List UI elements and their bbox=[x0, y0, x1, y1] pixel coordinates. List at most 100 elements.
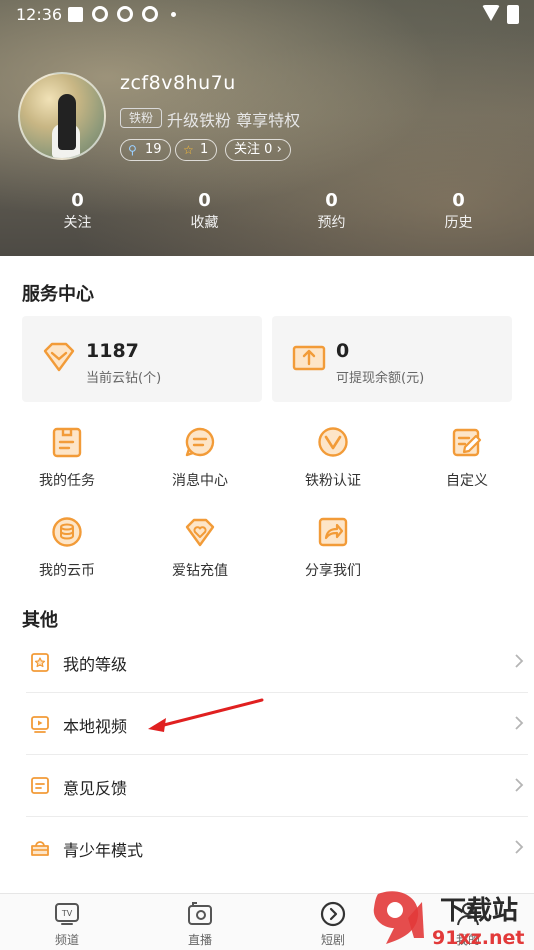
battery-icon bbox=[507, 5, 519, 24]
customize-icon bbox=[452, 428, 482, 457]
diamond-card[interactable]: 1187 当前云钻(个) bbox=[22, 316, 262, 402]
coin-icon bbox=[52, 517, 82, 547]
diamond-label: 当前云钻(个) bbox=[86, 371, 162, 386]
other-section-title: 其他 bbox=[22, 610, 58, 631]
grid-label: 我的云币 bbox=[39, 563, 95, 579]
stat-value: 0 bbox=[198, 190, 211, 211]
grid-label: 爱钻充值 bbox=[172, 563, 228, 579]
follow-chip[interactable]: 关注 0 › bbox=[225, 139, 291, 161]
username: zcf8v8hu7u bbox=[120, 72, 236, 94]
grid-message-center[interactable]: 消息中心 bbox=[150, 426, 250, 496]
stat-value: 0 bbox=[325, 190, 338, 211]
follow-label: 关注 bbox=[234, 142, 261, 157]
stat-value: 0 bbox=[452, 190, 465, 211]
stat-label: 预约 bbox=[317, 215, 346, 231]
app-notification-icon bbox=[117, 6, 133, 22]
chevron-right-icon: › bbox=[276, 142, 282, 157]
menu-teen-mode[interactable]: 青少年模式 bbox=[26, 817, 528, 879]
menu-label: 本地视频 bbox=[63, 717, 128, 736]
wifi-icon bbox=[482, 5, 500, 21]
chevron-right-icon bbox=[515, 778, 524, 792]
menu-label: 青少年模式 bbox=[63, 841, 144, 860]
nav-label: 直播 bbox=[187, 933, 212, 947]
verify-icon bbox=[318, 427, 348, 457]
status-time: 12:36 bbox=[16, 5, 63, 24]
fans-chip[interactable]: ⚲ 19 bbox=[120, 139, 171, 161]
annotation-arrow bbox=[148, 698, 264, 732]
diamond-icon bbox=[43, 342, 75, 372]
menu-label: 我的等级 bbox=[63, 655, 128, 674]
stat-label: 关注 bbox=[63, 215, 92, 231]
fans-count: 19 bbox=[145, 142, 162, 157]
watermark-sub: 91xz.net bbox=[432, 927, 524, 949]
follow-count: 0 bbox=[264, 142, 273, 157]
stat-follow[interactable]: 0 关注 bbox=[14, 190, 141, 240]
stat-value: 0 bbox=[71, 190, 84, 211]
share-icon bbox=[318, 517, 348, 547]
stats-bar: 0 关注 0 收藏 0 预约 0 历史 bbox=[0, 190, 534, 240]
grid-fan-verify[interactable]: 铁粉认证 bbox=[283, 426, 383, 496]
menu-label: 意见反馈 bbox=[63, 779, 128, 798]
stars-chip[interactable]: ☆ 1 bbox=[175, 139, 218, 161]
live-icon bbox=[188, 902, 212, 925]
watermark-logo: 下载站 91xz.net bbox=[373, 891, 524, 949]
nav-channels[interactable]: TV 频道 bbox=[27, 894, 107, 950]
video-icon bbox=[31, 716, 49, 733]
avatar[interactable] bbox=[18, 72, 106, 160]
profile-header: 12:36 zcf8v8hu7u 铁粉 升级铁粉 尊享特权 ⚲ 19 ☆ 1 关… bbox=[0, 0, 534, 256]
chevron-right-icon bbox=[515, 716, 524, 730]
svg-text:TV: TV bbox=[61, 909, 73, 918]
task-icon bbox=[52, 427, 82, 458]
nav-live[interactable]: 直播 bbox=[160, 894, 240, 950]
upgrade-fan-link[interactable]: 升级铁粉 尊享特权 bbox=[167, 107, 300, 131]
balance-card[interactable]: 0 可提现余额(元) bbox=[272, 316, 512, 402]
nav-short-drama[interactable]: 短剧 bbox=[293, 894, 373, 950]
balance-amount: 0 bbox=[336, 340, 350, 362]
grid-label: 铁粉认证 bbox=[305, 473, 361, 489]
tv-icon: TV bbox=[55, 903, 79, 925]
more-notifications-icon bbox=[171, 12, 176, 17]
grid-label: 消息中心 bbox=[172, 473, 228, 489]
stat-favorites[interactable]: 0 收藏 bbox=[141, 190, 268, 240]
star-icon: ☆ bbox=[183, 143, 194, 157]
grid-customize[interactable]: 自定义 bbox=[417, 426, 517, 496]
level-icon bbox=[31, 653, 49, 672]
stat-history[interactable]: 0 历史 bbox=[395, 190, 522, 240]
teen-mode-icon bbox=[31, 841, 49, 856]
watermark-main: 下载站 bbox=[440, 896, 518, 926]
recharge-icon bbox=[185, 518, 215, 547]
play-circle-icon bbox=[320, 901, 346, 927]
withdraw-icon bbox=[292, 345, 326, 371]
stars-count: 1 bbox=[200, 142, 209, 157]
grid-my-coins[interactable]: 我的云币 bbox=[17, 516, 117, 586]
menu-feedback[interactable]: 意见反馈 bbox=[26, 755, 528, 817]
grid-label: 我的任务 bbox=[39, 473, 95, 489]
chevron-right-icon bbox=[515, 654, 524, 668]
chevron-right-icon bbox=[515, 840, 524, 854]
grid-my-tasks[interactable]: 我的任务 bbox=[17, 426, 117, 496]
menu-my-level[interactable]: 我的等级 bbox=[26, 631, 528, 693]
grid-share[interactable]: 分享我们 bbox=[283, 516, 383, 586]
stat-label: 历史 bbox=[444, 215, 473, 231]
diamond-count: 1187 bbox=[86, 340, 139, 362]
menu-local-video[interactable]: 本地视频 bbox=[26, 693, 528, 755]
feedback-icon bbox=[31, 777, 49, 794]
profile-screen: 12:36 zcf8v8hu7u 铁粉 升级铁粉 尊享特权 ⚲ 19 ☆ 1 关… bbox=[0, 0, 534, 950]
nav-label: 短剧 bbox=[320, 933, 345, 947]
fan-badge: 铁粉 bbox=[120, 108, 163, 128]
service-center-title: 服务中心 bbox=[22, 284, 94, 305]
grid-label: 分享我们 bbox=[305, 563, 361, 579]
grid-recharge[interactable]: 爱钻充值 bbox=[150, 516, 250, 586]
search-user-icon: ⚲ bbox=[128, 143, 137, 157]
balance-label: 可提现余额(元) bbox=[336, 371, 425, 386]
content-area: 服务中心 1187 当前云钻(个) 0 可提现余额(元) 我的任务 消息中心 铁… bbox=[0, 256, 534, 893]
app-notification-icon bbox=[142, 6, 158, 22]
status-bar: 12:36 bbox=[0, 0, 534, 30]
nav-label: 频道 bbox=[54, 933, 79, 947]
stat-label: 收藏 bbox=[190, 215, 219, 231]
grid-label: 自定义 bbox=[446, 473, 488, 489]
notification-icon bbox=[68, 7, 83, 22]
app-notification-icon bbox=[92, 6, 108, 22]
message-icon bbox=[185, 427, 215, 457]
stat-reservations[interactable]: 0 预约 bbox=[268, 190, 395, 240]
